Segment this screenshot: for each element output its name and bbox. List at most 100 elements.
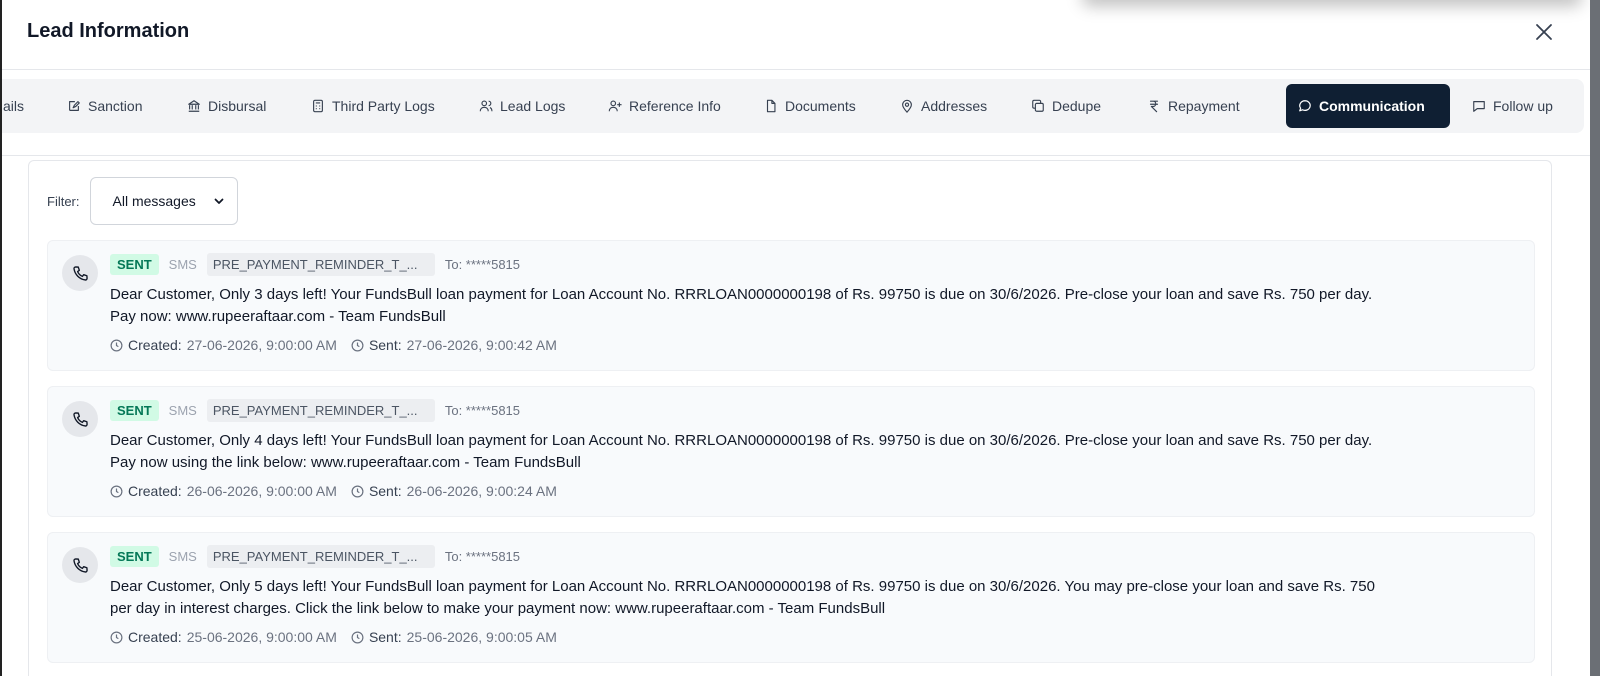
sanction-icon xyxy=(69,101,80,111)
sent-label: Sent: xyxy=(368,483,402,499)
tab-reference-info[interactable]: Reference Info xyxy=(596,84,733,128)
template-name: PRE_PAYMENT_REMINDER_T_... xyxy=(206,399,435,422)
message-timestamps: Created: 25-06-2026, 9:00:00 AM Sent: 25… xyxy=(110,629,557,645)
message-body-line: per day in interest charges. Click the l… xyxy=(110,600,886,617)
close-button[interactable] xyxy=(1532,20,1556,44)
close-icon xyxy=(1536,24,1552,40)
tab-label: ails xyxy=(3,98,25,114)
message-meta: SENT SMS PRE_PAYMENT_REMINDER_T_... To: … xyxy=(110,253,520,276)
message-body: Dear Customer, Only 4 days left! Your Fu… xyxy=(110,430,1510,474)
clock-icon xyxy=(110,631,123,643)
template-name: PRE_PAYMENT_REMINDER_T_... xyxy=(206,545,435,568)
message-timestamps: Created: 27-06-2026, 9:00:00 AM Sent: 27… xyxy=(110,337,557,353)
tab-third-party-logs[interactable]: Third Party Logs xyxy=(299,84,447,128)
tab-label: Reference Info xyxy=(629,98,721,114)
message-body-line: Dear Customer, Only 4 days left! Your Fu… xyxy=(110,432,1373,449)
created-time: Created: 27-06-2026, 9:00:00 AM xyxy=(110,337,337,353)
sent-time: Sent: 27-06-2026, 9:00:42 AM xyxy=(351,337,557,353)
tab-documents[interactable]: Documents xyxy=(752,84,868,128)
template-name: PRE_PAYMENT_REMINDER_T_... xyxy=(206,253,435,276)
message-body-line: Dear Customer, Only 5 days left! Your Fu… xyxy=(110,578,1375,595)
clock-icon xyxy=(351,485,364,497)
status-badge: SENT xyxy=(110,254,159,275)
clock-icon xyxy=(351,339,364,351)
tab-lead-logs[interactable]: Lead Logs xyxy=(467,84,577,128)
lead-information-dialog: Lead Information ails Sanction Disbursal… xyxy=(2,0,1590,676)
message-body: Dear Customer, Only 3 days left! Your Fu… xyxy=(110,284,1510,328)
message-card: SENT SMS PRE_PAYMENT_REMINDER_T_... To: … xyxy=(47,240,1535,371)
tab-dedupe[interactable]: Dedupe xyxy=(1019,84,1113,128)
tab-addresses[interactable]: Addresses xyxy=(888,84,999,128)
clock-icon xyxy=(110,339,123,351)
recipient: To: *****5815 xyxy=(444,549,521,564)
filter-label: Filter: xyxy=(47,193,80,209)
tab-label: Sanction xyxy=(88,98,143,114)
message-square-icon xyxy=(1473,101,1485,112)
tab-label: Lead Logs xyxy=(500,98,566,114)
message-body-line: Dear Customer, Only 3 days left! Your Fu… xyxy=(110,286,1373,303)
communication-panel: Filter: All messages SENT SMS PRE_PAYMEN… xyxy=(28,160,1552,676)
map-pin-icon xyxy=(902,99,912,113)
tab-follow-up[interactable]: Follow up xyxy=(1460,84,1565,128)
channel-label: SMS xyxy=(168,403,197,418)
chat-bubble-icon xyxy=(1299,100,1311,112)
tab-sanction[interactable]: Sanction xyxy=(55,84,154,128)
users-icon xyxy=(479,100,493,112)
dialog-title: Lead Information xyxy=(27,20,190,42)
chevron-down-icon xyxy=(214,198,223,204)
created-value: 25-06-2026, 9:00:00 AM xyxy=(186,629,337,645)
status-badge: SENT xyxy=(110,400,159,421)
created-time: Created: 25-06-2026, 9:00:00 AM xyxy=(110,629,337,645)
channel-label: SMS xyxy=(168,549,197,564)
created-value: 27-06-2026, 9:00:00 AM xyxy=(186,337,337,353)
tab-label: Follow up xyxy=(1493,98,1553,114)
created-time: Created: 26-06-2026, 9:00:00 AM xyxy=(110,483,337,499)
backdrop xyxy=(1590,0,1600,676)
sent-value: 26-06-2026, 9:00:24 AM xyxy=(406,483,557,499)
tab-disbursal[interactable]: Disbursal xyxy=(175,84,278,128)
filter-row: Filter: All messages xyxy=(47,177,238,225)
phone-icon xyxy=(62,401,98,437)
message-card: SENT SMS PRE_PAYMENT_REMINDER_T_... To: … xyxy=(47,532,1535,663)
created-label: Created: xyxy=(128,337,182,353)
created-label: Created: xyxy=(128,629,182,645)
user-plus-icon xyxy=(608,100,622,112)
tab-label: Dedupe xyxy=(1052,98,1102,114)
tab-label: Addresses xyxy=(921,98,988,114)
message-meta: SENT SMS PRE_PAYMENT_REMINDER_T_... To: … xyxy=(110,545,520,568)
recipient: To: *****5815 xyxy=(444,257,521,272)
tab-label: Disbursal xyxy=(208,98,267,114)
dialog-header: Lead Information xyxy=(2,0,1590,70)
tab-bar: ails Sanction Disbursal Third Party Logs… xyxy=(2,79,1584,133)
status-badge: SENT xyxy=(110,546,159,567)
tab-repayment[interactable]: Repayment xyxy=(1135,84,1252,128)
message-body-line: Pay now using the link below: www.rupeer… xyxy=(110,454,581,471)
sent-time: Sent: 25-06-2026, 9:00:05 AM xyxy=(351,629,557,645)
message-body-line: Pay now: www.rupeeraftaar.com - Team Fun… xyxy=(110,308,446,325)
message-meta: SENT SMS PRE_PAYMENT_REMINDER_T_... To: … xyxy=(110,399,520,422)
message-filter-select[interactable]: All messages xyxy=(89,177,238,225)
sent-time: Sent: 26-06-2026, 9:00:24 AM xyxy=(351,483,557,499)
divider xyxy=(2,155,1590,156)
tab-label: Documents xyxy=(785,98,856,114)
recipient: To: *****5815 xyxy=(444,403,521,418)
file-icon xyxy=(766,99,776,113)
bank-icon xyxy=(188,100,200,112)
copy-icon xyxy=(1032,99,1044,112)
message-card: SENT SMS PRE_PAYMENT_REMINDER_T_... To: … xyxy=(47,386,1535,517)
sent-label: Sent: xyxy=(368,629,402,645)
created-label: Created: xyxy=(128,483,182,499)
tab-communication[interactable]: Communication xyxy=(1286,84,1450,128)
clock-icon xyxy=(110,485,123,497)
created-value: 26-06-2026, 9:00:00 AM xyxy=(186,483,337,499)
sent-label: Sent: xyxy=(368,337,402,353)
filter-selected-value: All messages xyxy=(112,193,196,209)
sent-value: 27-06-2026, 9:00:42 AM xyxy=(406,337,557,353)
clock-icon xyxy=(351,631,364,643)
tab-label: Third Party Logs xyxy=(332,98,435,114)
message-body: Dear Customer, Only 5 days left! Your Fu… xyxy=(110,576,1510,620)
tab-label: Repayment xyxy=(1168,98,1240,114)
phone-icon xyxy=(62,255,98,291)
calculator-icon xyxy=(313,99,323,113)
tab-details[interactable]: ails xyxy=(2,84,36,128)
